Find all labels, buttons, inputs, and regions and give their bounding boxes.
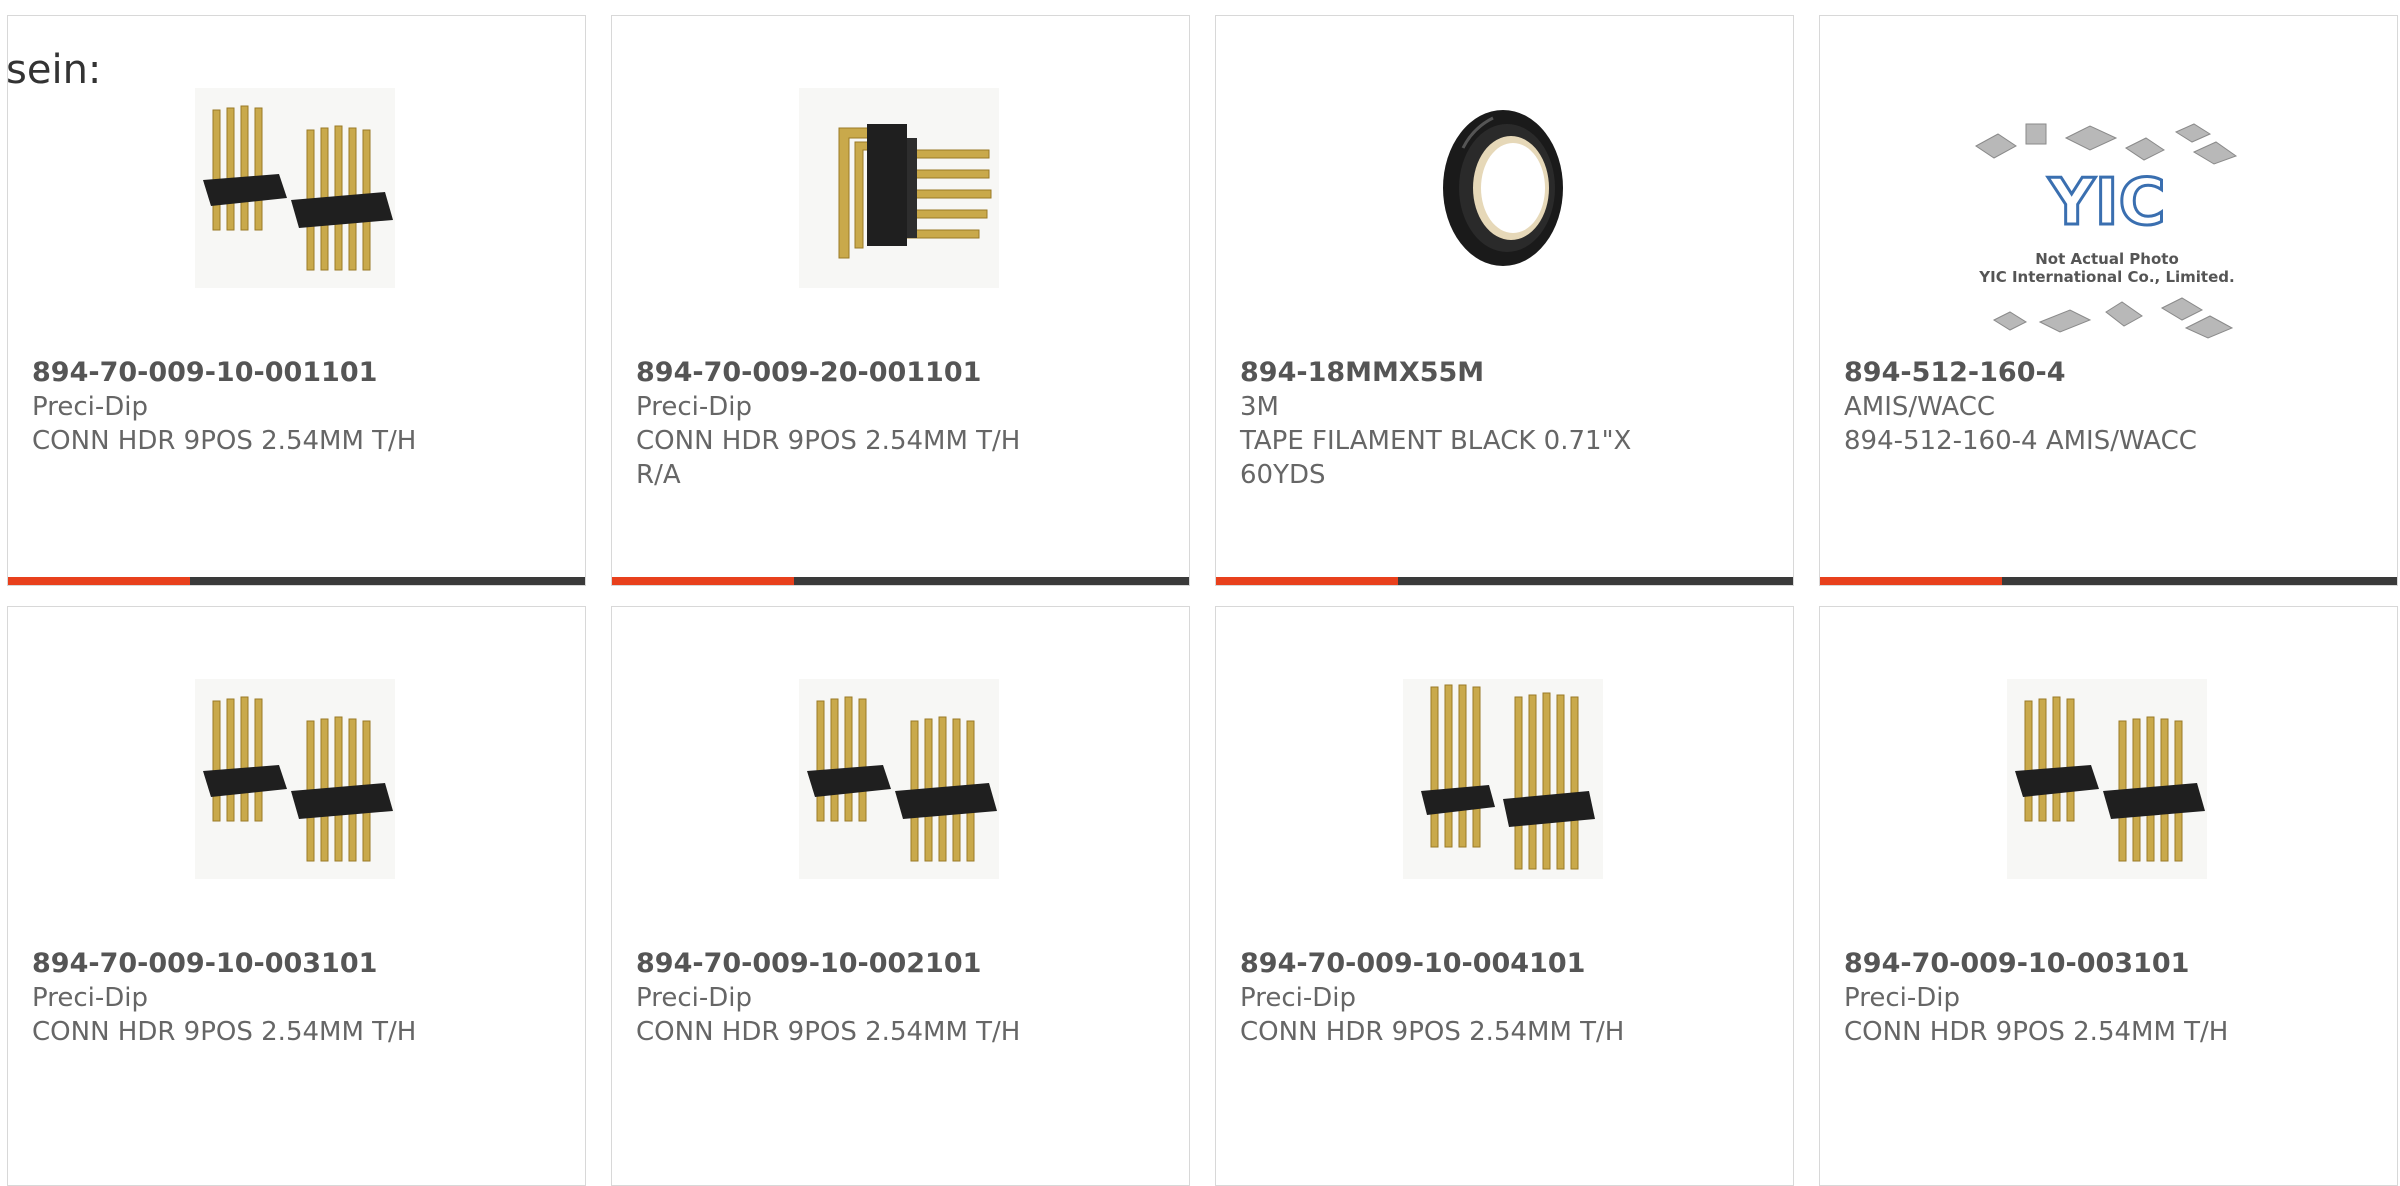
product-description: CONN HDR 9POS 2.54MM T/H [32, 426, 417, 456]
manufacturer-name: AMIS/WACC [1844, 392, 1996, 422]
part-number-link[interactable]: 894-70-009-10-004101 [1240, 947, 1773, 981]
card-accent-bar-fill [1820, 577, 2003, 585]
manufacturer-name: Preci-Dip [32, 983, 148, 1013]
part-number-link[interactable]: 894-70-009-10-003101 [1844, 947, 2377, 981]
double-row-pin-header-long-pins-image[interactable] [1403, 679, 1603, 879]
part-number-link[interactable]: 894-70-009-10-003101 [32, 947, 565, 981]
product-card[interactable]: 894-70-009-10-001101 Preci-Dip CONN HDR … [7, 15, 586, 586]
card-accent-bar [8, 577, 585, 585]
right-angle-pin-header-image[interactable] [799, 88, 999, 288]
product-card[interactable]: 894-70-009-10-004101 Preci-Dip CONN HDR … [1215, 606, 1794, 1186]
manufacturer-name: 3M [1240, 392, 1279, 422]
product-description: CONN HDR 9POS 2.54MM T/H [1240, 1017, 1625, 1047]
product-description: CONN HDR 9POS 2.54MM T/H [32, 1017, 417, 1047]
manufacturer-name: Preci-Dip [1844, 983, 1960, 1013]
placeholder-caption-line1: Not Actual Photo [2035, 250, 2179, 268]
double-row-pin-header-image[interactable] [195, 88, 395, 288]
product-card[interactable]: 894-70-009-10-002101 Preci-Dip CONN HDR … [611, 606, 1190, 1186]
product-description: TAPE FILAMENT BLACK 0.71"X 60YDS [1240, 426, 1632, 490]
part-number-link[interactable]: 894-18MMX55M [1240, 356, 1773, 390]
part-number-link[interactable]: 894-70-009-20-001101 [636, 356, 1169, 390]
card-accent-bar-fill [8, 577, 191, 585]
card-accent-bar [1216, 577, 1793, 585]
intro-text: sein: [6, 47, 102, 93]
product-card[interactable]: 894-70-009-20-001101 Preci-Dip CONN HDR … [611, 15, 1190, 586]
placeholder-caption-line2: YIC International Co., Limited. [1978, 268, 2234, 286]
double-row-pin-header-image[interactable] [195, 679, 395, 879]
product-card[interactable]: 894-18MMX55M 3M TAPE FILAMENT BLACK 0.71… [1215, 15, 1794, 586]
product-description: CONN HDR 9POS 2.54MM T/H [636, 1017, 1021, 1047]
product-description: CONN HDR 9POS 2.54MM T/H R/A [636, 426, 1021, 490]
part-number-link[interactable]: 894-70-009-10-002101 [636, 947, 1169, 981]
product-description: 894-512-160-4 AMIS/WACC [1844, 426, 2197, 456]
yic-logo: YIC [2047, 166, 2165, 240]
manufacturer-name: Preci-Dip [636, 983, 752, 1013]
part-number-link[interactable]: 894-70-009-10-001101 [32, 356, 565, 390]
product-description: CONN HDR 9POS 2.54MM T/H [1844, 1017, 2229, 1047]
product-grid: 894-70-009-10-001101 Preci-Dip CONN HDR … [0, 0, 2400, 1186]
double-row-pin-header-image[interactable] [799, 679, 999, 879]
manufacturer-name: Preci-Dip [32, 392, 148, 422]
card-accent-bar [1820, 577, 2397, 585]
card-accent-bar-fill [612, 577, 795, 585]
product-card[interactable]: 894-70-009-10-003101 Preci-Dip CONN HDR … [7, 606, 586, 1186]
card-accent-bar-fill [1216, 577, 1399, 585]
product-card[interactable]: 894-70-009-10-003101 Preci-Dip CONN HDR … [1819, 606, 2398, 1186]
product-card[interactable]: YIC Not Actual Photo YIC International C… [1819, 15, 2398, 586]
manufacturer-name: Preci-Dip [636, 392, 752, 422]
manufacturer-name: Preci-Dip [1240, 983, 1356, 1013]
part-number-link[interactable]: 894-512-160-4 [1844, 356, 2377, 390]
tape-roll-image[interactable] [1403, 88, 1603, 288]
placeholder-not-actual-photo-image[interactable]: YIC Not Actual Photo YIC International C… [1970, 106, 2244, 361]
card-accent-bar [612, 577, 1189, 585]
double-row-pin-header-image[interactable] [2007, 679, 2207, 879]
